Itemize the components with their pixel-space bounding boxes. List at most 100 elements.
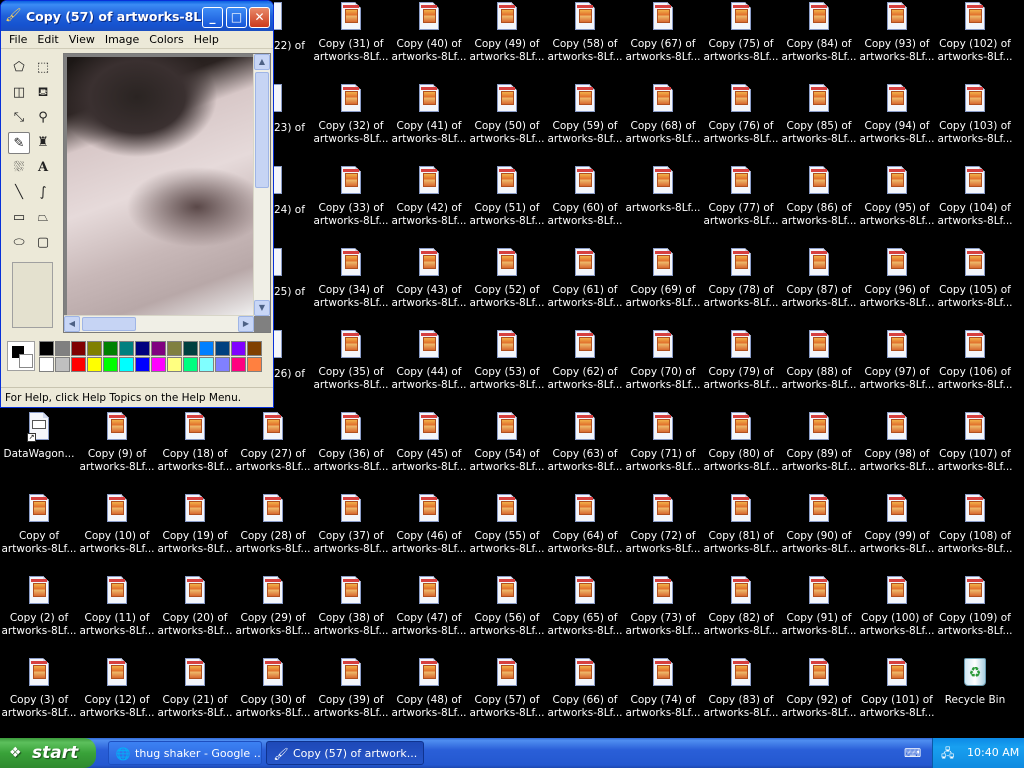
- color-swatch[interactable]: [199, 357, 214, 372]
- eraser-icon[interactable]: ◫: [8, 82, 30, 104]
- desktop-file-icon[interactable]: Copy (46) of artworks-8Lf...: [390, 494, 468, 576]
- text-icon[interactable]: A: [32, 157, 54, 179]
- desktop-file-icon[interactable]: Copy (109) of artworks-8Lf...: [936, 576, 1014, 658]
- color-swatch[interactable]: [151, 357, 166, 372]
- color-swatch[interactable]: [247, 357, 262, 372]
- line-icon[interactable]: ╲: [8, 182, 30, 204]
- desktop-file-icon[interactable]: Copy (20) of artworks-8Lf...: [156, 576, 234, 658]
- desktop-file-icon[interactable]: Copy (39) of artworks-8Lf...: [312, 658, 390, 738]
- desktop-file-icon[interactable]: Copy (62) of artworks-8Lf...: [546, 330, 624, 412]
- select-icon[interactable]: ⬚: [32, 57, 54, 79]
- color-swatch[interactable]: [119, 357, 134, 372]
- magnifier-icon[interactable]: ⚲: [32, 107, 54, 129]
- desktop-file-icon[interactable]: Copy (30) of artworks-8Lf...: [234, 658, 312, 738]
- desktop-file-icon[interactable]: Copy (107) of artworks-8Lf...: [936, 412, 1014, 494]
- color-swatch[interactable]: [231, 357, 246, 372]
- horizontal-scroll-thumb[interactable]: [82, 317, 136, 331]
- desktop-file-icon[interactable]: Copy (87) of artworks-8Lf...: [780, 248, 858, 330]
- desktop-file-icon[interactable]: Copy (38) of artworks-8Lf...: [312, 576, 390, 658]
- desktop-file-icon[interactable]: Copy of artworks-8Lf...: [0, 494, 78, 576]
- menu-file[interactable]: File: [4, 33, 32, 46]
- pencil-icon[interactable]: ✎: [8, 132, 30, 154]
- desktop-file-icon[interactable]: Copy (45) of artworks-8Lf...: [390, 412, 468, 494]
- color-swatch[interactable]: [55, 357, 70, 372]
- keyboard-icon[interactable]: ⌨: [904, 745, 921, 761]
- desktop-file-icon[interactable]: Copy (97) of artworks-8Lf...: [858, 330, 936, 412]
- desktop-file-icon[interactable]: Copy (50) of artworks-8Lf...: [468, 84, 546, 166]
- desktop-file-icon[interactable]: Copy (32) of artworks-8Lf...: [312, 84, 390, 166]
- desktop-file-icon[interactable]: Copy (44) of artworks-8Lf...: [390, 330, 468, 412]
- rounded-rect-icon[interactable]: ▢: [32, 232, 54, 254]
- desktop-file-icon[interactable]: Copy (93) of artworks-8Lf...: [858, 2, 936, 84]
- desktop-file-icon[interactable]: Copy (19) of artworks-8Lf...: [156, 494, 234, 576]
- desktop-file-icon[interactable]: Copy (3) of artworks-8Lf...: [0, 658, 78, 738]
- horizontal-scrollbar[interactable]: ◀ ▶: [64, 315, 254, 332]
- desktop-file-icon[interactable]: Copy (51) of artworks-8Lf...: [468, 166, 546, 248]
- desktop-file-icon[interactable]: artworks-8Lf...: [624, 166, 702, 248]
- vertical-scroll-thumb[interactable]: [255, 72, 269, 188]
- recycle-bin[interactable]: ♻ Recycle Bin: [936, 658, 1014, 738]
- desktop-file-icon[interactable]: Copy (65) of artworks-8Lf...: [546, 576, 624, 658]
- desktop-file-icon[interactable]: Copy (85) of artworks-8Lf...: [780, 84, 858, 166]
- desktop-file-icon[interactable]: Copy (66) of artworks-8Lf...: [546, 658, 624, 738]
- desktop-file-icon[interactable]: Copy (89) of artworks-8Lf...: [780, 412, 858, 494]
- desktop-file-icon[interactable]: Copy (78) of artworks-8Lf...: [702, 248, 780, 330]
- desktop-file-icon[interactable]: Copy (31) of artworks-8Lf...: [312, 2, 390, 84]
- desktop-file-icon[interactable]: Copy (104) of artworks-8Lf...: [936, 166, 1014, 248]
- desktop-file-icon[interactable]: Copy (86) of artworks-8Lf...: [780, 166, 858, 248]
- desktop-file-icon[interactable]: Copy (90) of artworks-8Lf...: [780, 494, 858, 576]
- menu-view[interactable]: View: [64, 33, 100, 46]
- menu-edit[interactable]: Edit: [32, 33, 63, 46]
- color-swatch[interactable]: [87, 341, 102, 356]
- desktop-file-icon[interactable]: Copy (64) of artworks-8Lf...: [546, 494, 624, 576]
- rectangle-icon[interactable]: ▭: [8, 207, 30, 229]
- network-icon[interactable]: 🖧: [941, 745, 957, 761]
- scroll-down-arrow[interactable]: ▼: [254, 300, 270, 316]
- color-swatch[interactable]: [151, 341, 166, 356]
- desktop-file-icon[interactable]: Copy (67) of artworks-8Lf...: [624, 2, 702, 84]
- desktop-file-icon[interactable]: Copy (96) of artworks-8Lf...: [858, 248, 936, 330]
- desktop-file-icon[interactable]: Copy (11) of artworks-8Lf...: [78, 576, 156, 658]
- desktop-file-icon[interactable]: Copy (33) of artworks-8Lf...: [312, 166, 390, 248]
- brush-icon[interactable]: ♜: [32, 132, 54, 154]
- maximize-button[interactable]: □: [226, 7, 247, 28]
- desktop-file-icon[interactable]: Copy (55) of artworks-8Lf...: [468, 494, 546, 576]
- paint-app-icon[interactable]: 🖌: [5, 8, 22, 24]
- desktop-file-icon[interactable]: Copy (94) of artworks-8Lf...: [858, 84, 936, 166]
- desktop-file-icon[interactable]: Copy (29) of artworks-8Lf...: [234, 576, 312, 658]
- desktop-file-icon[interactable]: Copy (98) of artworks-8Lf...: [858, 412, 936, 494]
- desktop-file-icon[interactable]: Copy (36) of artworks-8Lf...: [312, 412, 390, 494]
- desktop-file-icon[interactable]: Copy (47) of artworks-8Lf...: [390, 576, 468, 658]
- desktop-file-icon[interactable]: Copy (81) of artworks-8Lf...: [702, 494, 780, 576]
- desktop-file-icon[interactable]: Copy (92) of artworks-8Lf...: [780, 658, 858, 738]
- color-swatch[interactable]: [135, 357, 150, 372]
- title-bar[interactable]: 🖌 Copy (57) of artworks-8L... _ □ ✕: [1, 1, 273, 31]
- desktop-file-icon[interactable]: Copy (37) of artworks-8Lf...: [312, 494, 390, 576]
- color-swatch[interactable]: [71, 341, 86, 356]
- desktop-file-icon[interactable]: Copy (59) of artworks-8Lf...: [546, 84, 624, 166]
- color-swatch[interactable]: [103, 357, 118, 372]
- desktop-file-icon[interactable]: Copy (106) of artworks-8Lf...: [936, 330, 1014, 412]
- fill-icon[interactable]: ⛾: [32, 82, 54, 104]
- desktop-file-icon[interactable]: Copy (82) of artworks-8Lf...: [702, 576, 780, 658]
- scroll-left-arrow[interactable]: ◀: [64, 316, 80, 332]
- desktop-file-icon[interactable]: Copy (84) of artworks-8Lf...: [780, 2, 858, 84]
- color-swatch[interactable]: [247, 341, 262, 356]
- color-swatch[interactable]: [39, 357, 54, 372]
- desktop-file-icon[interactable]: Copy (80) of artworks-8Lf...: [702, 412, 780, 494]
- color-swatch[interactable]: [215, 341, 230, 356]
- desktop-file-icon[interactable]: Copy (56) of artworks-8Lf...: [468, 576, 546, 658]
- desktop-file-icon[interactable]: Copy (79) of artworks-8Lf...: [702, 330, 780, 412]
- desktop-file-icon[interactable]: Copy (71) of artworks-8Lf...: [624, 412, 702, 494]
- desktop-file-icon[interactable]: Copy (73) of artworks-8Lf...: [624, 576, 702, 658]
- desktop-file-icon[interactable]: Copy (63) of artworks-8Lf...: [546, 412, 624, 494]
- color-swatch[interactable]: [231, 341, 246, 356]
- desktop-file-icon[interactable]: Copy (9) of artworks-8Lf...: [78, 412, 156, 494]
- color-swatch[interactable]: [135, 341, 150, 356]
- menu-help[interactable]: Help: [189, 33, 224, 46]
- desktop-file-icon[interactable]: Copy (40) of artworks-8Lf...: [390, 2, 468, 84]
- desktop-file-icon[interactable]: Copy (48) of artworks-8Lf...: [390, 658, 468, 738]
- color-swatch[interactable]: [87, 357, 102, 372]
- desktop-file-icon[interactable]: Copy (102) of artworks-8Lf...: [936, 2, 1014, 84]
- desktop-file-icon[interactable]: Copy (10) of artworks-8Lf...: [78, 494, 156, 576]
